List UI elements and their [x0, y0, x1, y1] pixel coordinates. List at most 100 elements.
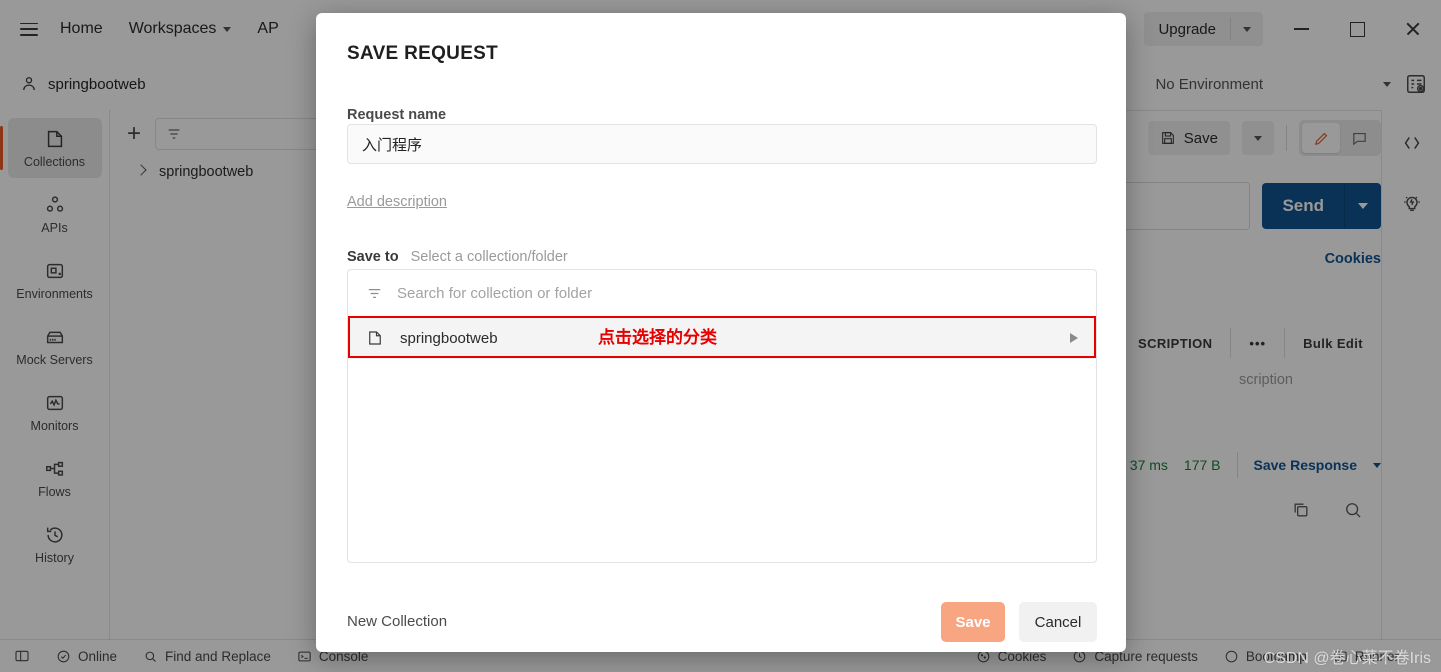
chevron-down-icon — [1254, 135, 1262, 141]
upgrade-dropdown[interactable] — [1231, 26, 1263, 32]
person-icon — [23, 77, 35, 91]
request-name-value: 入门程序 — [362, 136, 423, 154]
environment-quicklook-icon[interactable] — [1405, 73, 1427, 95]
send-dropdown[interactable] — [1345, 203, 1381, 209]
nav-workspaces-label: Workspaces — [128, 20, 217, 37]
response-size: 177 B — [1183, 457, 1221, 473]
top-bar-right: Upgrade — [1144, 0, 1441, 58]
watermark: CSDN @卷心菜不卷Iris — [1263, 650, 1431, 667]
sidebar-item-label: Collections — [23, 154, 86, 169]
environments-icon — [46, 263, 63, 278]
chevron-down-icon[interactable] — [1373, 462, 1381, 468]
environment-area: No Environment — [1155, 73, 1441, 95]
sidebar-item-label: Monitors — [30, 418, 79, 433]
chevron-down-icon — [1243, 26, 1251, 32]
window-controls — [1273, 8, 1441, 50]
sidebar-item-label: Mock Servers — [16, 352, 93, 367]
add-description-link[interactable]: Add description — [347, 194, 447, 210]
divider — [1286, 125, 1287, 151]
minimize-icon — [1293, 28, 1309, 30]
maximize-button[interactable] — [1329, 8, 1385, 50]
copy-icon[interactable] — [1291, 500, 1311, 520]
collections-icon — [47, 130, 62, 147]
history-icon — [46, 526, 63, 543]
collection-search-input[interactable]: Search for collection or folder — [348, 270, 1096, 317]
chevron-down-icon — [223, 26, 232, 32]
environment-selector[interactable]: No Environment — [1155, 76, 1391, 93]
status-online-label: Online — [78, 648, 118, 664]
send-button[interactable]: Send — [1262, 183, 1381, 229]
modal-save-button[interactable]: Save — [941, 602, 1005, 642]
close-button[interactable] — [1385, 8, 1441, 50]
flows-icon — [45, 461, 63, 476]
comment-icon — [1352, 132, 1366, 145]
pencil-icon — [1314, 132, 1327, 145]
search-icon[interactable] — [1343, 500, 1363, 520]
sidebar-item-label: APIs — [41, 220, 68, 235]
lightbulb-icon[interactable] — [1401, 192, 1423, 214]
find-and-replace-label: Find and Replace — [165, 648, 271, 664]
sidebar-item-flows[interactable]: Flows — [8, 448, 102, 508]
sidebar-toggle-button[interactable] — [14, 648, 30, 664]
request-save-button[interactable]: Save — [1147, 121, 1230, 155]
sidebar-item-apis[interactable]: APIs — [8, 184, 102, 244]
workspace-name[interactable]: springbootweb — [20, 75, 146, 93]
sidebar-item-monitors[interactable]: Monitors — [8, 382, 102, 442]
ellipsis-icon: ••• — [1249, 335, 1267, 351]
save-request-modal: SAVE REQUEST Request name 入门程序 Add descr… — [316, 13, 1126, 652]
params-table-header: SCRIPTION ••• Bulk Edit — [1120, 328, 1381, 358]
check-circle-icon — [57, 650, 70, 662]
sidebar-item-collections[interactable]: Collections — [0, 118, 102, 178]
search-icon — [145, 651, 156, 662]
collection-list-item[interactable]: springbootweb — [348, 316, 1096, 359]
status-online[interactable]: Online — [56, 649, 117, 664]
cookies-link[interactable]: Cookies — [1325, 251, 1381, 267]
hamburger-icon[interactable] — [20, 22, 38, 36]
sidebar-item-environments[interactable]: Environments — [8, 250, 102, 310]
request-save-label: Save — [1183, 129, 1218, 147]
nav-workspaces[interactable]: Workspaces — [129, 20, 232, 38]
sidebar-item-mock-servers[interactable]: Mock Servers — [8, 316, 102, 376]
more-options-button[interactable]: ••• — [1230, 328, 1284, 358]
nav-home-label: Home — [60, 20, 103, 37]
sidebar-item-history[interactable]: History — [8, 514, 102, 574]
view-toggle-group — [1299, 120, 1381, 156]
annotation-text: 点击选择的分类 — [598, 328, 717, 347]
folder-icon — [369, 331, 381, 345]
maximize-icon — [1349, 21, 1365, 37]
minimize-button[interactable] — [1273, 8, 1329, 50]
chevron-right-icon[interactable] — [135, 164, 147, 176]
triangle-right-icon[interactable] — [1070, 333, 1078, 343]
floppy-disk-icon — [1161, 132, 1174, 144]
bootcamp-icon — [1225, 650, 1238, 662]
workspace-name-label: springbootweb — [48, 75, 146, 93]
request-save-dropdown[interactable] — [1242, 121, 1274, 155]
sidebar-item-label: History — [35, 550, 74, 565]
apis-icon — [46, 195, 63, 212]
environment-label: No Environment — [1155, 75, 1263, 93]
send-label: Send — [1282, 196, 1324, 215]
edit-toggle[interactable] — [1302, 123, 1340, 153]
divider — [1236, 452, 1238, 478]
upgrade-label: Upgrade — [1158, 20, 1216, 38]
modal-cancel-button[interactable]: Cancel — [1019, 602, 1097, 642]
mock-servers-icon — [46, 331, 63, 343]
sidebar-item-label: Flows — [38, 484, 71, 499]
response-action-icons — [1291, 500, 1363, 520]
bulk-edit-button[interactable]: Bulk Edit — [1284, 328, 1381, 358]
save-response-button[interactable]: Save Response — [1254, 457, 1358, 473]
find-and-replace-button[interactable]: Find and Replace — [143, 649, 271, 664]
left-sidebar: Collections APIs Environments Mock Serve… — [0, 110, 110, 640]
nav-apis[interactable]: AP — [257, 20, 278, 38]
description-placeholder: scription — [1239, 372, 1293, 388]
upgrade-button[interactable]: Upgrade — [1144, 12, 1263, 46]
code-icon[interactable] — [1401, 132, 1423, 154]
save-to-value: Select a collection/folder — [410, 249, 568, 265]
close-icon — [1405, 21, 1421, 37]
new-collection-button[interactable]: New Collection — [347, 613, 447, 630]
request-name-input[interactable]: 入门程序 — [347, 124, 1097, 164]
nav-home[interactable]: Home — [60, 20, 103, 38]
comment-toggle[interactable] — [1340, 123, 1378, 153]
collection-list-item-label: springbootweb — [400, 329, 498, 347]
plus-icon[interactable]: + — [127, 122, 141, 146]
